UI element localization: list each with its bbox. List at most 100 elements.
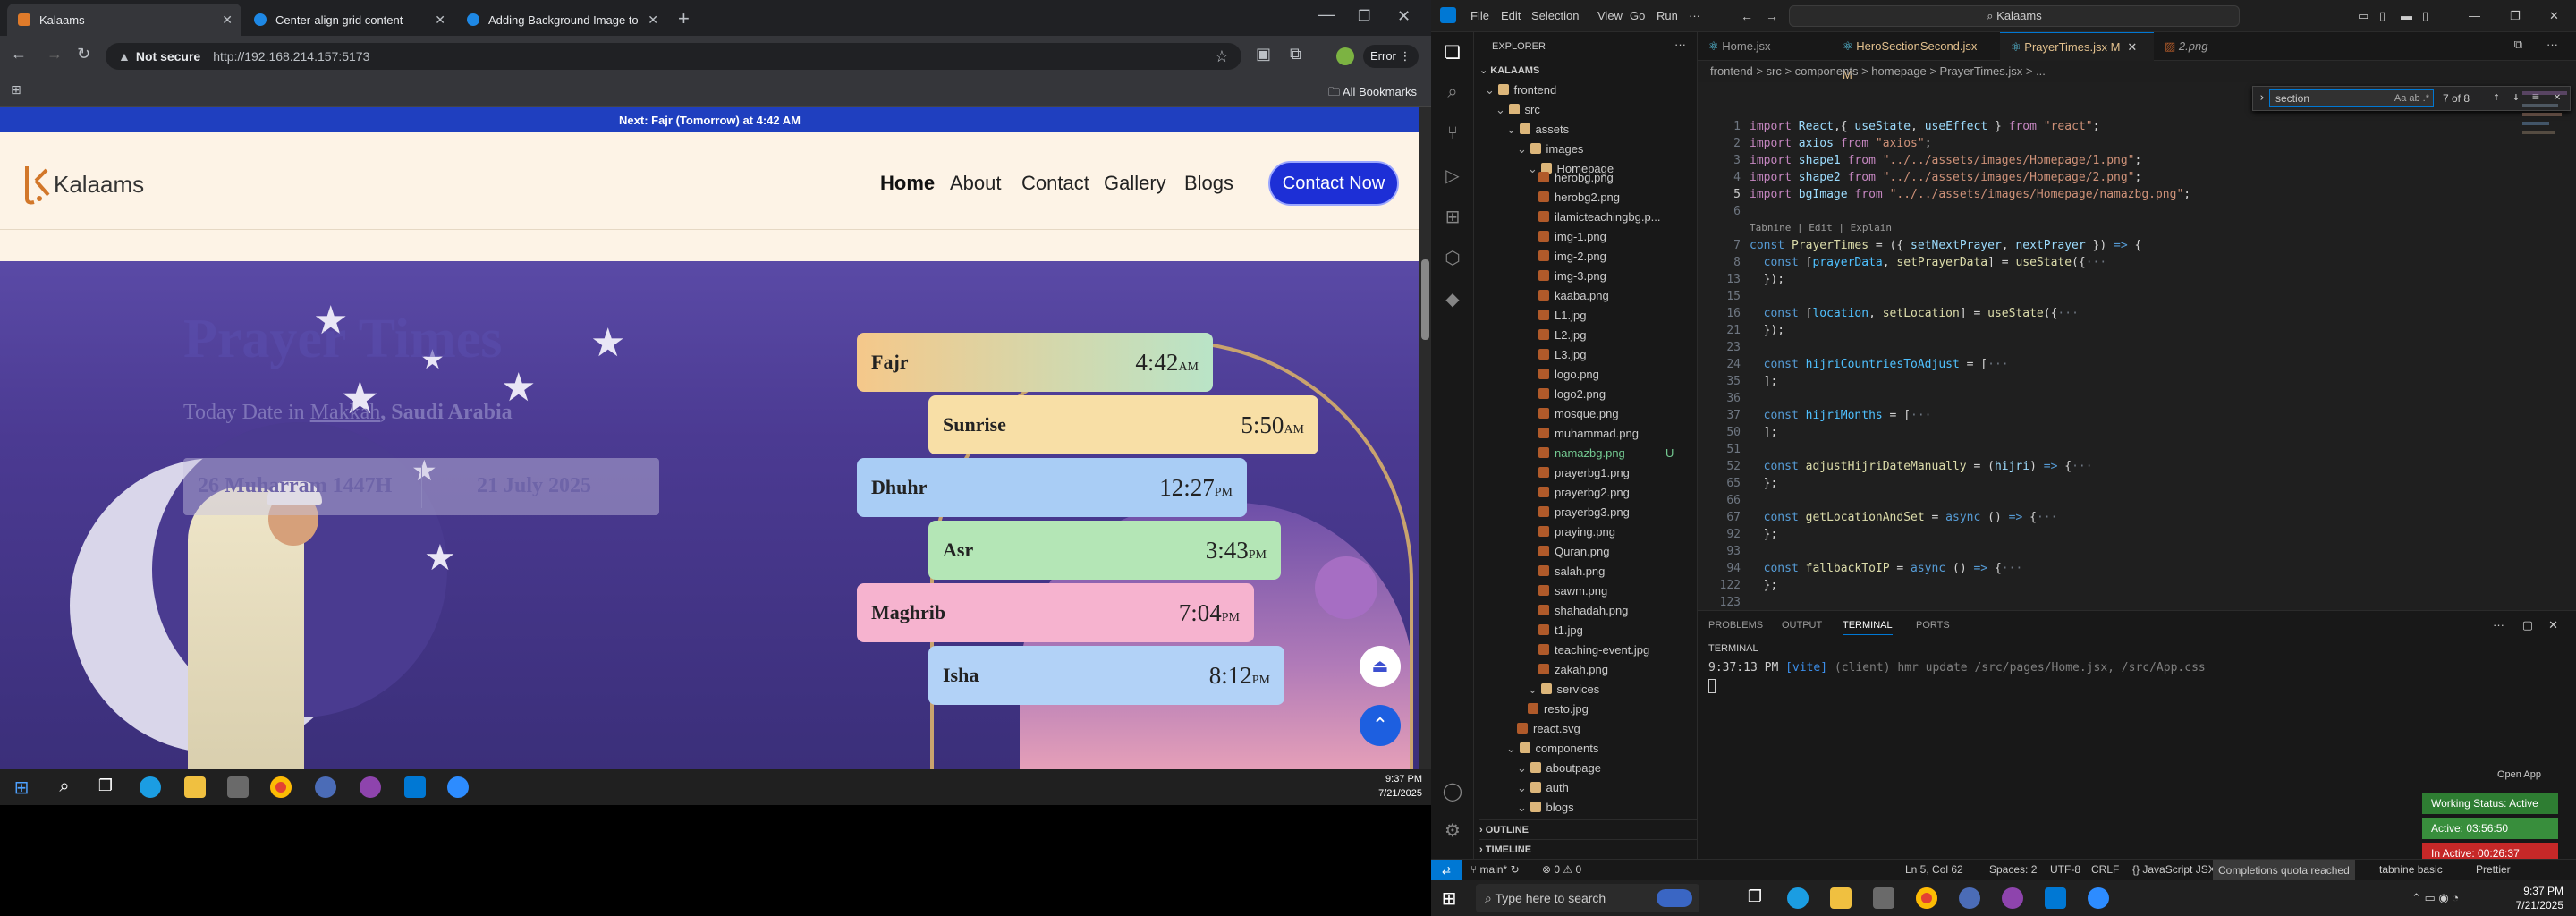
puzzle-icon[interactable]: ⧉	[1290, 45, 1301, 64]
tabnine-icon[interactable]: ◆	[1442, 288, 1463, 310]
task-view-icon[interactable]: ❐	[95, 776, 116, 798]
tree-file[interactable]: herobg.png	[1538, 168, 1614, 188]
aux-toggle-icon[interactable]: ▯	[2422, 9, 2428, 23]
nav-contact[interactable]: Contact	[1021, 172, 1089, 195]
tree-file[interactable]: logo.png	[1538, 365, 1599, 385]
close-window-icon[interactable]: ✕	[1397, 7, 1411, 26]
vscode-icon[interactable]	[2045, 887, 2066, 909]
tree-folder[interactable]: ⌄ images	[1517, 140, 1583, 159]
more-actions-icon[interactable]: ···	[2493, 618, 2504, 632]
tree-folder[interactable]: ⌄ assets	[1506, 120, 1569, 140]
extension-icon[interactable]: ▣	[1256, 45, 1271, 64]
outline-section[interactable]: › OUTLINE	[1479, 819, 1698, 839]
tree-file[interactable]: prayerbg1.png	[1538, 463, 1630, 483]
more-actions-icon[interactable]: ···	[1674, 38, 1686, 51]
menu-edit[interactable]: Edit	[1501, 9, 1521, 22]
tree-file[interactable]: logo2.png	[1538, 385, 1606, 404]
taskbar-clock[interactable]: 9:37 PM 7/21/2025	[2516, 884, 2563, 912]
maximize-icon[interactable]: ❐	[2510, 9, 2521, 23]
tree-file[interactable]: Quran.png	[1538, 542, 1609, 562]
code-line[interactable]: const [prayerData, setPrayerData] = useS…	[1750, 256, 2107, 269]
tree-file[interactable]: prayerbg3.png	[1538, 503, 1630, 522]
profile-avatar[interactable]	[1336, 47, 1354, 65]
close-tab-icon[interactable]: ✕	[222, 13, 233, 28]
page-scrollbar[interactable]	[1419, 107, 1431, 769]
nav-back-icon[interactable]: ←	[1741, 9, 1753, 23]
line-ending[interactable]: CRLF	[2091, 863, 2119, 876]
close-window-icon[interactable]: ✕	[2549, 9, 2559, 23]
code-line[interactable]: ];	[1750, 375, 1778, 388]
workspace-root[interactable]: ⌄ KALAAMS	[1479, 61, 1539, 81]
maximize-icon[interactable]: ❐	[1358, 7, 1370, 25]
tree-file[interactable]: ilamicteachingbg.p...	[1538, 208, 1661, 227]
tree-file[interactable]: teaching-event.jpg	[1538, 640, 1649, 660]
tree-folder[interactable]: ⌄ frontend	[1485, 81, 1556, 100]
code-line[interactable]: const hijriMonths = [···	[1750, 409, 1932, 422]
tree-folder[interactable]: ⌄ blogs	[1517, 798, 1574, 818]
search-icon[interactable]: ⌕	[54, 776, 75, 798]
explorer-icon[interactable]: ❏	[1442, 41, 1463, 63]
code-line[interactable]: import React,{ useState, useEffect } fro…	[1750, 120, 2099, 133]
prayer-card-isha[interactable]: Isha 8:12PM	[928, 646, 1284, 705]
prettier-status[interactable]: Prettier	[2476, 863, 2511, 876]
minimap[interactable]	[2513, 82, 2576, 243]
left-clock[interactable]: 9:37 PM 7/21/2025	[1378, 772, 1422, 801]
app-icon[interactable]	[1959, 887, 1980, 909]
tree-file[interactable]: namazbg.png U	[1538, 444, 1674, 463]
code-line[interactable]: });	[1750, 324, 1785, 337]
tree-folder[interactable]: ⌄ src	[1496, 100, 1540, 120]
nav-blogs[interactable]: Blogs	[1184, 172, 1233, 195]
tree-file[interactable]: praying.png	[1538, 522, 1615, 542]
code-line[interactable]: };	[1750, 477, 1778, 490]
menu-file[interactable]: File	[1470, 9, 1489, 22]
tree-file[interactable]: img-1.png	[1538, 227, 1606, 247]
windows-start-icon[interactable]: ⊞	[1438, 887, 1460, 909]
maximize-panel-icon[interactable]: ▢	[2522, 618, 2533, 632]
tree-file[interactable]: img-3.png	[1538, 267, 1606, 286]
tree-file[interactable]: sawm.png	[1538, 581, 1607, 601]
minimize-icon[interactable]: —	[1318, 5, 1335, 24]
menu-go[interactable]: Go	[1630, 9, 1645, 22]
code-line[interactable]: };	[1750, 579, 1778, 592]
edge-icon[interactable]	[1787, 887, 1809, 909]
code-line[interactable]: const PrayerTimes = ({ setNextPrayer, ne…	[1750, 239, 2141, 252]
code-line[interactable]: const [location, setLocation] = useState…	[1750, 307, 2079, 320]
site-logo[interactable]: Kalaams	[20, 163, 144, 206]
toggle-replace-icon[interactable]: ›	[2258, 91, 2266, 105]
code-line[interactable]: const getLocationAndSet = async () => {·…	[1750, 511, 2058, 524]
copilot-quota[interactable]: Completions quota reached	[2213, 860, 2355, 881]
run-debug-icon[interactable]: ▷	[1442, 165, 1463, 186]
tree-file[interactable]: L2.jpg	[1538, 326, 1586, 345]
menu-selection[interactable]: Selection	[1531, 9, 1579, 22]
search-icon[interactable]: ⌕	[1442, 82, 1463, 104]
floating-action-icon[interactable]: ⏏	[1360, 646, 1401, 687]
new-tab-icon[interactable]: +	[678, 7, 690, 30]
prayer-card-dhuhr[interactable]: Dhuhr 12:27PM	[857, 458, 1247, 517]
minimize-icon[interactable]: —	[2469, 9, 2480, 22]
encoding[interactable]: UTF-8	[2050, 863, 2080, 876]
menu-run[interactable]: Run	[1657, 9, 1678, 22]
store-icon[interactable]	[227, 776, 249, 798]
task-view-icon[interactable]: ❐	[1744, 887, 1766, 909]
sidebar-toggle-icon[interactable]: ▯	[2379, 9, 2385, 23]
find-prev-icon[interactable]: ↑	[2493, 90, 2500, 104]
more-actions-icon[interactable]: ···	[2546, 38, 2558, 51]
tree-file[interactable]: shahadah.png	[1538, 601, 1628, 621]
remote-icon[interactable]: ⬡	[1442, 247, 1463, 268]
code-line[interactable]: ];	[1750, 426, 1778, 439]
taskbar-search-box[interactable]: ⌕ Type here to search	[1476, 884, 1699, 912]
code-line[interactable]: const fallbackToIP = async () => {···	[1750, 562, 2023, 575]
all-bookmarks[interactable]: 🗀 All Bookmarks	[1328, 84, 1417, 104]
close-panel-icon[interactable]: ✕	[2548, 618, 2558, 632]
branch-indicator[interactable]: ⑂ main* ↻	[1470, 863, 1520, 876]
tree-file[interactable]: muhammad.png	[1538, 424, 1639, 444]
editor-tab-2png[interactable]: ▨ 2.png	[2154, 32, 2243, 61]
close-tab-icon[interactable]: ✕	[2127, 40, 2137, 54]
nav-about[interactable]: About	[950, 172, 1002, 195]
cursor-position[interactable]: Ln 5, Col 62	[1905, 863, 1963, 876]
menu-view[interactable]: View	[1597, 9, 1623, 22]
problems-indicator[interactable]: ⊗ 0 ⚠ 0	[1542, 863, 1581, 876]
panel-tab-terminal[interactable]: TERMINAL	[1843, 620, 1893, 635]
code-line[interactable]: const hijriCountriesToAdjust = [···	[1750, 358, 2009, 371]
language-mode[interactable]: {} JavaScript JSX	[2132, 863, 2216, 876]
